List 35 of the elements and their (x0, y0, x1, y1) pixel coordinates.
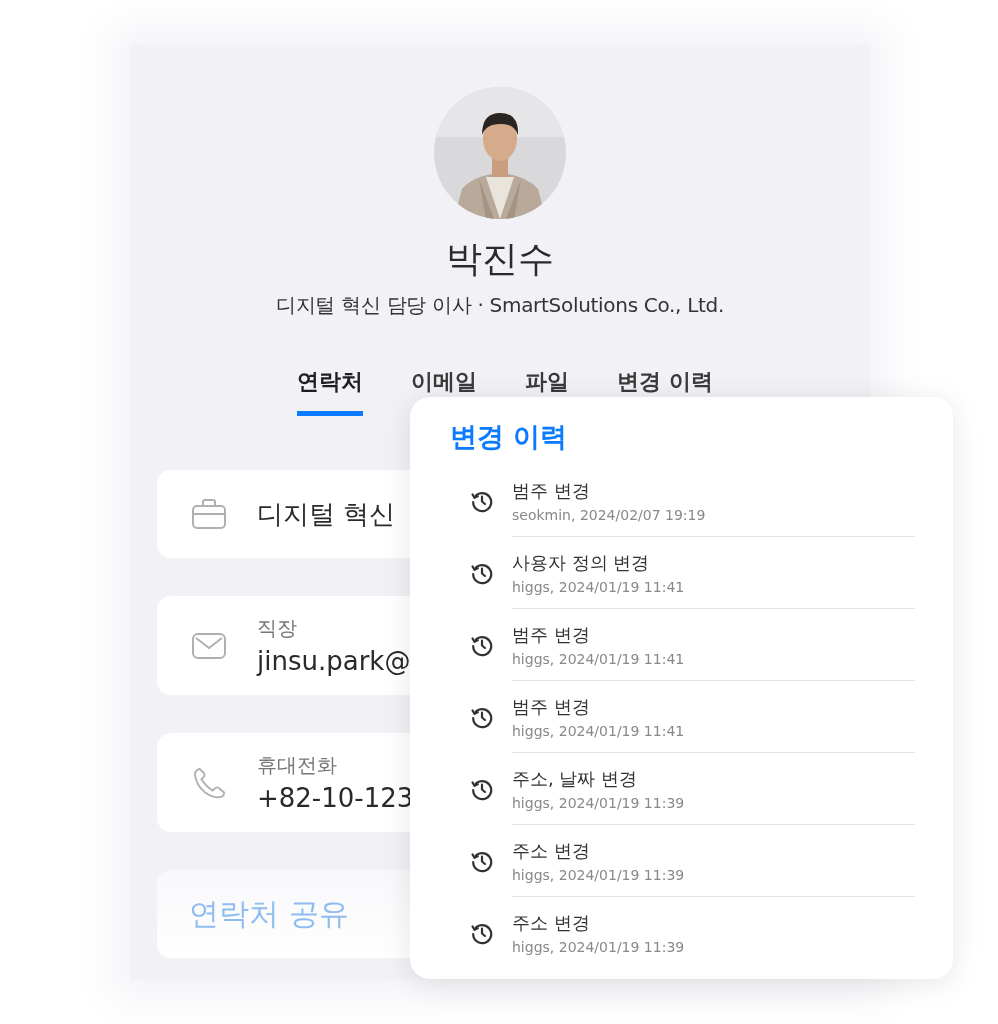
history-icon (470, 489, 494, 513)
contact-subtitle: 디지털 혁신 담당 이사 · SmartSolutions Co., Ltd. (275, 292, 725, 319)
history-meta: higgs, 2024/01/19 11:41 (512, 578, 686, 595)
history-title: 범주 변경 (512, 694, 591, 719)
field-label: 휴대전화 (257, 752, 338, 779)
history-title: 사용자 정의 변경 (512, 550, 651, 575)
history-icon (470, 705, 494, 729)
history-meta: higgs, 2024/01/19 11:39 (512, 866, 686, 883)
briefcase-icon (191, 497, 227, 531)
tab[interactable]: 연락처 (297, 367, 364, 416)
history-meta: higgs, 2024/01/19 11:39 (512, 939, 686, 955)
history-title: 주소 변경 (512, 911, 591, 935)
history-meta: higgs, 2024/01/19 11:41 (512, 722, 686, 739)
field-value: jinsu.park@ (257, 646, 411, 676)
history-icon (470, 561, 494, 585)
contact-name: 박진수 (446, 237, 554, 281)
history-meta: higgs, 2024/01/19 11:41 (512, 650, 686, 667)
tab[interactable]: 파일 (525, 367, 570, 416)
history-meta: seokmin, 2024/02/07 19:19 (512, 506, 707, 523)
tab[interactable]: 이메일 (411, 367, 478, 416)
history-meta: higgs, 2024/01/19 11:39 (512, 794, 686, 811)
field-value: +82-10-123 (257, 783, 414, 813)
field-label: 직장 (257, 615, 298, 642)
history-icon (470, 777, 494, 801)
history-icon (470, 633, 494, 657)
history-icon (470, 921, 494, 945)
field-value: 디지털 혁신 (257, 497, 396, 531)
phone-icon (191, 765, 227, 800)
tab[interactable]: 변경 이력 (617, 367, 713, 416)
history-icon (470, 849, 494, 873)
history-title: 범주 변경 (512, 478, 591, 503)
history-title: 주소 변경 (512, 838, 591, 863)
history-title: 범주 변경 (512, 622, 591, 647)
history-title: 주소, 날짜 변경 (512, 766, 639, 791)
popup-title: 변경 이력 (450, 420, 569, 454)
